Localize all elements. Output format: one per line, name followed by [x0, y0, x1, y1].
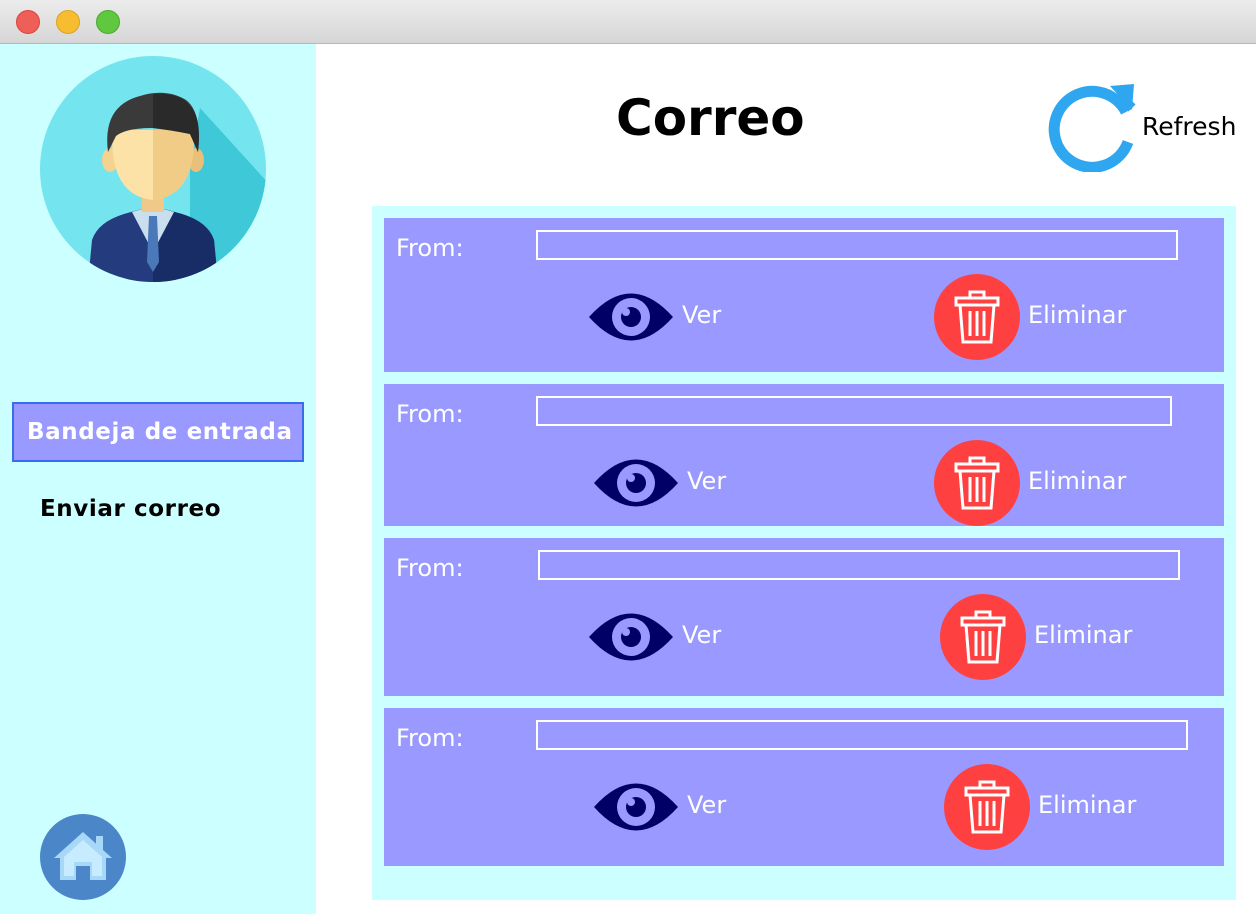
from-field[interactable]: [536, 720, 1188, 750]
view-mail-button[interactable]: Ver: [592, 774, 752, 840]
eye-icon: [589, 293, 673, 341]
maximize-window-button[interactable]: [96, 10, 120, 34]
refresh-label: Refresh: [1142, 112, 1237, 141]
page-title: Correo: [616, 89, 805, 147]
from-field[interactable]: [538, 550, 1180, 580]
view-mail-button[interactable]: Ver: [592, 450, 752, 516]
close-window-button[interactable]: [16, 10, 40, 34]
mail-item: From: Ver Eliminar: [384, 538, 1224, 696]
delete-label: Eliminar: [1034, 621, 1133, 649]
delete-label: Eliminar: [1038, 791, 1137, 819]
from-field[interactable]: [536, 230, 1178, 260]
view-label: Ver: [687, 467, 727, 495]
view-mail-button[interactable]: Ver: [587, 604, 747, 670]
delete-mail-button[interactable]: Eliminar: [940, 594, 1150, 680]
eye-icon: [589, 613, 673, 661]
view-label: Ver: [687, 791, 727, 819]
from-field[interactable]: [536, 396, 1172, 426]
home-icon[interactable]: [40, 814, 126, 900]
delete-label: Eliminar: [1028, 467, 1127, 495]
from-label: From:: [396, 554, 464, 582]
user-avatar-icon: [40, 56, 266, 282]
view-mail-button[interactable]: Ver: [587, 284, 747, 350]
mail-item: From: Ver Eliminar: [384, 708, 1224, 866]
delete-mail-button[interactable]: Eliminar: [934, 274, 1144, 360]
eye-icon: [594, 783, 678, 831]
from-label: From:: [396, 724, 464, 752]
from-label: From:: [396, 234, 464, 262]
trash-icon: [934, 274, 1020, 360]
trash-icon: [934, 440, 1020, 526]
trash-icon: [940, 594, 1026, 680]
delete-label: Eliminar: [1028, 301, 1127, 329]
delete-mail-button[interactable]: Eliminar: [944, 764, 1154, 850]
refresh-icon: [1048, 84, 1136, 172]
window-titlebar: [0, 0, 1256, 44]
minimize-window-button[interactable]: [56, 10, 80, 34]
refresh-button[interactable]: Refresh: [1048, 82, 1248, 172]
eye-icon: [594, 459, 678, 507]
nav-send-mail-button[interactable]: Enviar correo: [40, 496, 221, 522]
nav-inbox-button[interactable]: Bandeja de entrada: [12, 402, 304, 462]
mail-item: From: Ver Eliminar: [384, 384, 1224, 526]
trash-icon: [944, 764, 1030, 850]
from-label: From:: [396, 400, 464, 428]
view-label: Ver: [682, 621, 722, 649]
view-label: Ver: [682, 301, 722, 329]
delete-mail-button[interactable]: Eliminar: [934, 440, 1144, 526]
mail-item: From: Ver Eliminar: [384, 218, 1224, 372]
mail-list: From: Ver Eliminar From: Ver Eliminar Fr…: [372, 206, 1236, 900]
sidebar: Bandeja de entrada Enviar correo: [0, 44, 316, 914]
